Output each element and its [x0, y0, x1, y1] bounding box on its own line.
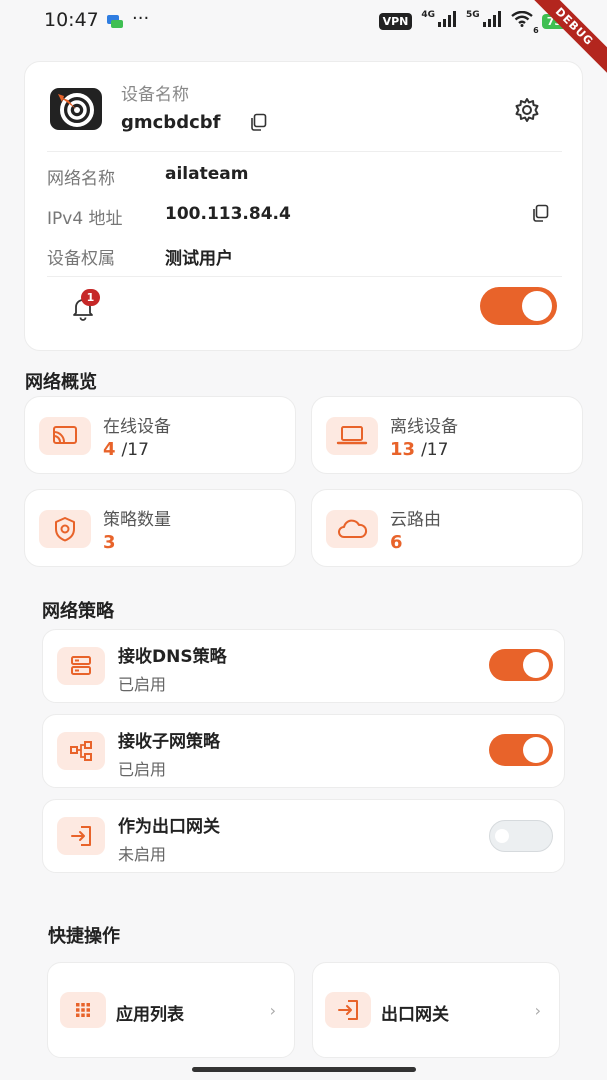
notification-badge: 1 — [81, 289, 100, 306]
more-notifications-icon: ··· — [132, 8, 150, 29]
exit-gateway-icon — [57, 817, 105, 855]
exit-gateway-toggle[interactable] — [489, 820, 553, 852]
policy-title: 接收子网策略 — [118, 732, 220, 752]
subnet-icon — [57, 732, 105, 770]
wifi-band: 6 — [533, 26, 539, 35]
ipv4-value: 100.113.84.4 — [165, 204, 291, 224]
policy-status: 已启用 — [118, 760, 167, 779]
network-name-label: 网络名称 — [47, 169, 115, 189]
policy-title: 接收DNS策略 — [118, 647, 227, 667]
chevron-right-icon: › — [534, 1001, 541, 1020]
network-type-1: 4G — [421, 10, 436, 20]
owner-value: 测试用户 — [165, 249, 233, 269]
connection-toggle[interactable] — [480, 287, 557, 325]
status-bar: 10:47 ··· VPN 4G 5G 6 73 DEBUG — [0, 0, 607, 80]
exit-gateway-icon — [325, 992, 371, 1028]
home-indicator[interactable] — [192, 1067, 416, 1072]
notification-button[interactable]: 1 — [69, 289, 100, 324]
wifi-icon: 6 — [510, 10, 539, 35]
network-name-value: ailateam — [165, 164, 249, 184]
stat-label: 在线设备 — [103, 417, 171, 437]
divider — [47, 151, 562, 152]
status-time: 10:47 — [44, 9, 99, 31]
stat-card-online[interactable]: 在线设备 4/17 — [24, 396, 296, 474]
chevron-right-icon: › — [269, 1001, 276, 1020]
stat-label: 策略数量 — [103, 510, 171, 530]
policy-item-exit-gateway: 作为出口网关 未启用 — [42, 799, 565, 873]
quick-action-label: 出口网关 — [381, 1005, 449, 1025]
stat-card-cloud-routes[interactable]: 云路由 6 — [311, 489, 583, 567]
policy-item-dns: 接收DNS策略 已启用 — [42, 629, 565, 703]
stat-value: 6 — [390, 532, 403, 553]
cast-icon — [39, 417, 91, 455]
divider — [47, 276, 562, 277]
stat-value: 3 — [103, 532, 116, 553]
grid-icon — [60, 992, 106, 1028]
copy-icon[interactable] — [248, 112, 268, 136]
shield-icon — [39, 510, 91, 548]
quick-actions-title: 快捷操作 — [48, 926, 120, 947]
policies-title: 网络策略 — [42, 601, 114, 622]
quick-action-app-list[interactable]: 应用列表 › — [47, 962, 295, 1058]
stat-card-policies[interactable]: 策略数量 3 — [24, 489, 296, 567]
toggle-knob — [495, 829, 509, 843]
stat-value: 4/17 — [103, 439, 149, 460]
policy-status: 已启用 — [118, 675, 167, 694]
stat-label: 云路由 — [390, 510, 441, 530]
dns-policy-toggle[interactable] — [489, 649, 553, 681]
device-name: gmcbdcbf — [121, 112, 221, 133]
copy-icon[interactable] — [530, 203, 550, 227]
signal-icon — [437, 11, 457, 31]
stat-card-offline[interactable]: 离线设备 13/17 — [311, 396, 583, 474]
device-name-caption: 设备名称 — [121, 85, 189, 105]
laptop-icon — [326, 417, 378, 455]
toggle-knob — [523, 737, 549, 763]
device-info-card: 设备名称 gmcbdcbf 网络名称 ailateam IPv4 地址 100.… — [24, 61, 583, 351]
policy-title: 作为出口网关 — [118, 817, 220, 837]
ipv4-label: IPv4 地址 — [47, 209, 123, 229]
vpn-indicator: VPN — [378, 12, 413, 30]
app-logo — [50, 88, 102, 130]
toggle-knob — [522, 291, 552, 321]
status-icons: VPN 4G 5G 6 73 — [378, 10, 567, 35]
quick-action-exit-gateway[interactable]: 出口网关 › — [312, 962, 560, 1058]
quick-action-label: 应用列表 — [116, 1005, 184, 1025]
toggle-knob — [523, 652, 549, 678]
stat-value: 13/17 — [390, 439, 449, 460]
signal-icon — [482, 11, 502, 31]
stat-label: 离线设备 — [390, 417, 458, 437]
server-icon — [57, 647, 105, 685]
owner-label: 设备权属 — [47, 249, 115, 269]
overview-title: 网络概览 — [25, 372, 97, 393]
subnet-policy-toggle[interactable] — [489, 734, 553, 766]
gear-icon[interactable] — [513, 96, 541, 128]
cloud-icon — [326, 510, 378, 548]
app-notification-icon — [106, 12, 124, 34]
policy-status: 未启用 — [118, 845, 167, 864]
policy-item-subnet: 接收子网策略 已启用 — [42, 714, 565, 788]
network-type-2: 5G — [466, 10, 480, 20]
